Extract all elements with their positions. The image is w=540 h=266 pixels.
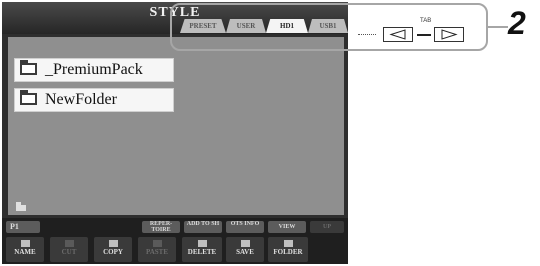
current-path-folder-icon bbox=[16, 202, 26, 211]
folder-name: NewFolder bbox=[45, 91, 117, 108]
folder-button[interactable]: FOLDER bbox=[268, 237, 308, 262]
dotted-leader-line bbox=[358, 34, 376, 35]
save-icon bbox=[240, 240, 250, 247]
step-number: 2 bbox=[508, 5, 526, 41]
delete-button[interactable]: DELETE bbox=[182, 237, 222, 262]
trash-icon bbox=[197, 240, 207, 247]
scissors-icon bbox=[64, 240, 74, 247]
tab-label: TAB bbox=[420, 18, 432, 24]
save-button[interactable]: SAVE bbox=[226, 237, 264, 262]
tab-left-button[interactable] bbox=[383, 27, 413, 42]
repertoire-button[interactable]: REPER-TOIRE bbox=[142, 221, 180, 233]
paste-button[interactable]: PASTE bbox=[138, 237, 176, 262]
cut-button[interactable]: CUT bbox=[50, 237, 88, 262]
triangle-left-icon bbox=[389, 29, 406, 40]
callout-connector-line bbox=[488, 26, 508, 28]
view-button[interactable]: VIEW bbox=[268, 221, 306, 233]
button-panel: P1 REPER-TOIRE ADD TO SH OTS INFO VIEW U… bbox=[2, 218, 348, 264]
copy-icon bbox=[108, 240, 118, 247]
ots-info-button[interactable]: OTS INFO bbox=[226, 221, 264, 233]
folder-name: _PremiumPack bbox=[45, 61, 143, 78]
new-folder-icon bbox=[283, 240, 293, 247]
folder-icon bbox=[20, 60, 37, 75]
file-list-area: _PremiumPack NewFolder bbox=[8, 37, 344, 215]
folder-icon bbox=[20, 90, 37, 105]
name-icon bbox=[20, 240, 30, 247]
button-separator-dash bbox=[417, 34, 431, 36]
triangle-right-icon bbox=[441, 29, 458, 40]
add-to-sh-button[interactable]: ADD TO SH bbox=[184, 221, 222, 233]
paste-icon bbox=[152, 240, 162, 247]
up-button[interactable]: UP bbox=[310, 221, 344, 233]
tab-right-button[interactable] bbox=[434, 27, 464, 42]
folder-item[interactable]: NewFolder bbox=[14, 88, 174, 112]
page-p1-button[interactable]: P1 bbox=[6, 221, 40, 233]
copy-button[interactable]: COPY bbox=[94, 237, 132, 262]
folder-item[interactable]: _PremiumPack bbox=[14, 58, 174, 82]
name-button[interactable]: NAME bbox=[6, 237, 44, 262]
